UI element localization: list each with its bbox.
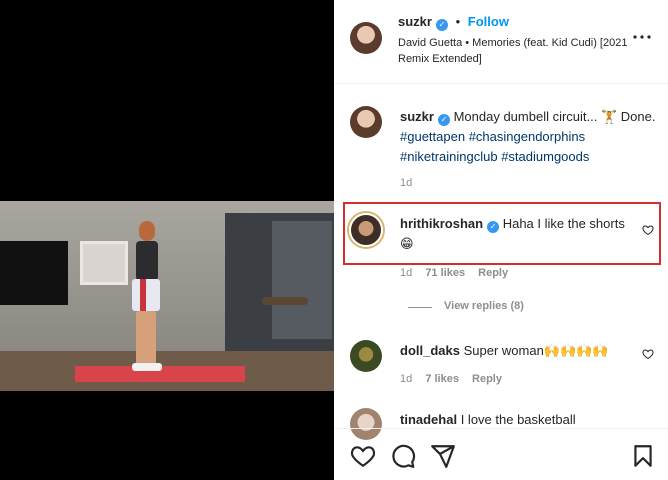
action-bar	[334, 428, 668, 480]
share-icon[interactable]	[430, 443, 458, 471]
reply-button[interactable]: Reply	[472, 373, 502, 385]
hashtag-link[interactable]: #chasingendorphins	[469, 129, 585, 144]
post-header: suzkr ✓ • Follow David Guetta • Memories …	[334, 0, 668, 84]
comment-body: Super woman🙌🙌🙌🙌	[463, 343, 609, 358]
bookmark-icon[interactable]	[630, 443, 658, 471]
hashtag-link[interactable]: #stadiumgoods	[501, 149, 589, 164]
comment-age[interactable]: 1d	[400, 267, 412, 279]
music-label[interactable]: David Guetta • Memories (feat. Kid Cudi)…	[398, 35, 628, 67]
comment-avatar[interactable]	[350, 340, 382, 372]
hashtag-link[interactable]: #guettapen	[400, 129, 465, 144]
verified-badge-icon: ✓	[435, 19, 448, 31]
view-replies-button[interactable]: View replies (8)	[444, 300, 524, 312]
post-media[interactable]	[0, 0, 334, 480]
follow-button[interactable]: Follow	[468, 14, 509, 29]
comment-highlight-box	[343, 202, 661, 265]
like-comment-heart-icon[interactable]	[642, 348, 654, 360]
caption-meta: 1d	[400, 177, 422, 189]
video-person	[130, 221, 162, 371]
video-shelf	[272, 221, 332, 339]
comment-likes[interactable]: 7 likes	[425, 373, 459, 385]
replies-divider	[408, 307, 432, 308]
post-username[interactable]: suzkr	[398, 14, 432, 29]
more-horizontal-icon[interactable]	[630, 29, 654, 45]
comment-age[interactable]: 1d	[400, 373, 412, 385]
comment-meta: 1d 7 likes Reply	[400, 373, 512, 385]
comment-body: I love the basketball	[460, 412, 576, 427]
separator-dot: •	[455, 14, 461, 29]
video-side-table	[262, 297, 308, 305]
comment-username[interactable]: tinadehal	[400, 412, 457, 427]
comment-text: doll_daks Super woman🙌🙌🙌🙌	[400, 341, 636, 361]
comment-text: tinadehal I love the basketball	[400, 411, 636, 428]
caption-age[interactable]: 1d	[400, 177, 412, 189]
video-tv	[0, 241, 68, 305]
comment-meta: 1d 71 likes Reply	[400, 267, 518, 279]
caption-text: suzkr ✓ Monday dumbell circuit... 🏋️ Done…	[400, 107, 656, 167]
video-player[interactable]	[0, 201, 334, 391]
verified-badge-icon: ✓	[437, 114, 450, 126]
hashtag-link[interactable]: #niketrainingclub	[400, 149, 498, 164]
caption-username[interactable]: suzkr	[400, 109, 434, 124]
heart-icon[interactable]	[350, 443, 378, 471]
avatar[interactable]	[350, 22, 382, 54]
video-wall-frame	[80, 241, 128, 285]
caption-body: Monday dumbell circuit... 🏋️ Done.	[453, 109, 656, 124]
comment-likes[interactable]: 71 likes	[425, 267, 465, 279]
caption-avatar[interactable]	[350, 106, 382, 138]
comment-username[interactable]: doll_daks	[400, 343, 460, 358]
reply-button[interactable]: Reply	[478, 267, 508, 279]
comment-icon[interactable]	[390, 443, 418, 471]
